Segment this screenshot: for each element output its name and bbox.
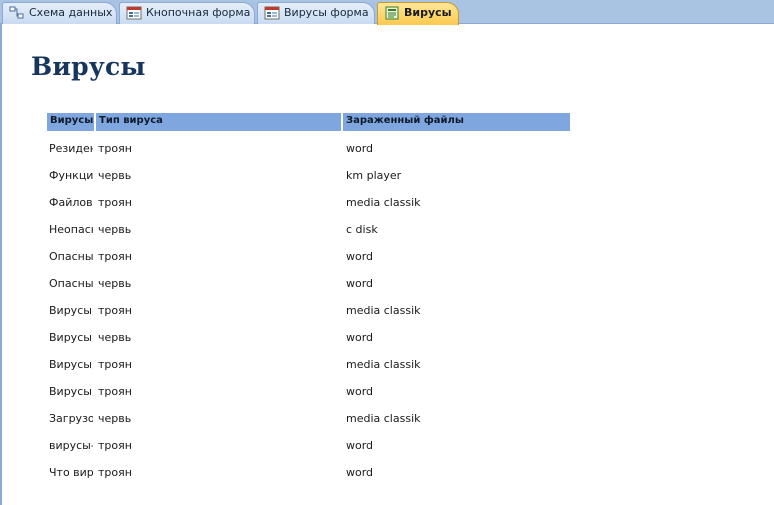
virus-name-cell: Неопасные	[49, 223, 93, 236]
virus-name-cell: вирусы-	[49, 439, 93, 452]
report-row: Резидентные троян word	[0, 135, 774, 162]
infected-file-cell: word	[346, 250, 374, 263]
infected-file-cell: c disk	[346, 223, 378, 236]
infected-file-cell: km player	[346, 169, 402, 182]
report-row: Вирусы, троян media classik	[0, 351, 774, 378]
column-header-infected-files: Зараженный файлы	[343, 113, 570, 131]
infected-file-cell: media classik	[346, 304, 421, 317]
virus-name-cell: Вирусы,	[49, 331, 93, 344]
tab-label: Вирусы	[404, 6, 452, 19]
tab-schema[interactable]: Схема данных	[2, 2, 117, 24]
report-row: Вирусы, троян media classik	[0, 297, 774, 324]
virus-type-cell: троян	[98, 358, 132, 371]
report-row: Вирусы, троян word	[0, 378, 774, 405]
virus-type-cell: троян	[98, 142, 132, 155]
virus-name-cell: Функциональные	[49, 169, 93, 182]
virus-name-cell: Файловые	[49, 196, 93, 209]
virus-name-cell: Опасные	[49, 277, 93, 290]
infected-file-cell: media classik	[346, 196, 421, 209]
tab-switchboard-form[interactable]: Кнопочная форма	[119, 2, 255, 24]
report-title: Вирусы	[31, 52, 146, 81]
virus-name-cell: Загрузочные	[49, 412, 93, 425]
virus-name-cell: Вирусы,	[49, 304, 93, 317]
report-row: Неопасные червь c disk	[0, 216, 774, 243]
virus-type-cell: червь	[98, 412, 132, 425]
virus-type-cell: троян	[98, 466, 132, 479]
report-row: Опасные троян word	[0, 243, 774, 270]
column-header-label: Вирусы	[50, 115, 94, 126]
column-header-type: Тип вируса	[96, 113, 341, 131]
column-header-label: Зараженный файлы	[346, 115, 464, 126]
virus-type-cell: троян	[98, 439, 132, 452]
report-row: вирусы-троян word	[0, 432, 774, 459]
form-icon	[126, 6, 142, 20]
report-row: Загрузочные червь media classik	[0, 405, 774, 432]
report-icon	[385, 6, 399, 20]
document-tab-strip: Схема данных Кнопочная форма Вирусы форм…	[0, 0, 774, 25]
infected-file-cell: word	[346, 466, 374, 479]
virus-type-cell: червь	[98, 223, 132, 236]
virus-name-cell: Резидентные	[49, 142, 93, 155]
form-icon	[264, 6, 280, 20]
tab-label: Вирусы форма	[284, 6, 369, 19]
virus-name-cell: Опасные	[49, 250, 93, 263]
virus-type-cell: троян	[98, 304, 132, 317]
relationships-icon	[9, 6, 24, 19]
column-header-label: Тип вируса	[99, 115, 163, 126]
virus-type-cell: троян	[98, 250, 132, 263]
report-row: Функциональные червь km player	[0, 162, 774, 189]
virus-name-cell: Вирусы,	[49, 358, 93, 371]
column-header-viruses: Вирусы	[47, 113, 94, 131]
tab-viruses-report[interactable]: Вирусы	[377, 2, 459, 25]
infected-file-cell: word	[346, 142, 374, 155]
infected-file-cell: word	[346, 277, 374, 290]
infected-file-cell: word	[346, 331, 374, 344]
infected-file-cell: word	[346, 385, 374, 398]
infected-file-cell: word	[346, 439, 374, 452]
virus-name-cell: Вирусы,	[49, 385, 93, 398]
virus-type-cell: червь	[98, 331, 132, 344]
tab-label: Схема данных	[29, 6, 113, 19]
infected-file-cell: media classik	[346, 358, 421, 371]
report-row: Опасные червь word	[0, 270, 774, 297]
report-row: Вирусы, червь word	[0, 324, 774, 351]
infected-file-cell: media classik	[346, 412, 421, 425]
virus-type-cell: троян	[98, 196, 132, 209]
tab-label: Кнопочная форма	[146, 6, 251, 19]
tab-viruses-form[interactable]: Вирусы форма	[257, 2, 375, 24]
virus-type-cell: червь	[98, 277, 132, 290]
virus-type-cell: троян	[98, 385, 132, 398]
virus-type-cell: червь	[98, 169, 132, 182]
report-row: Файловые троян media classik	[0, 189, 774, 216]
virus-name-cell: Что вирус	[49, 466, 93, 479]
report-row: Что вирус троян word	[0, 459, 774, 486]
